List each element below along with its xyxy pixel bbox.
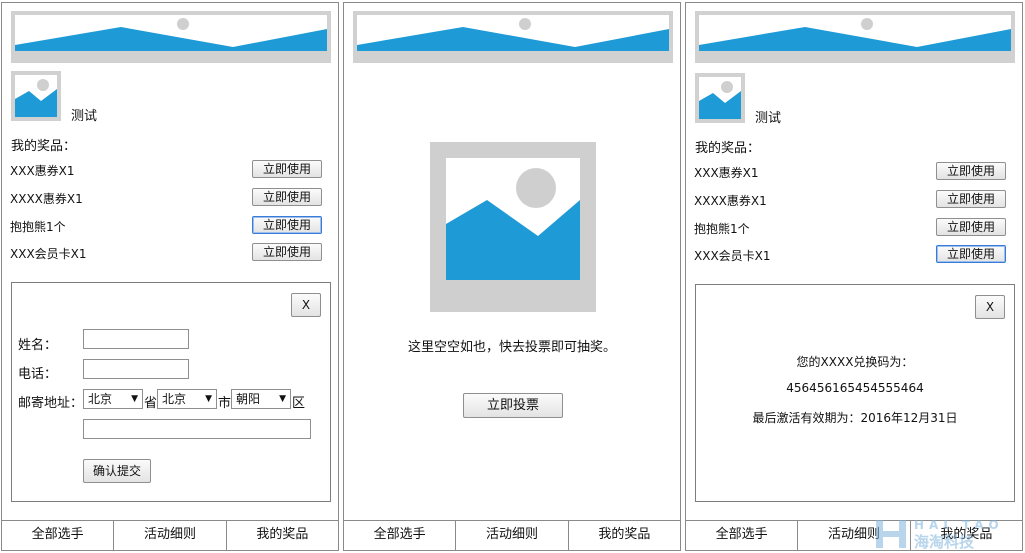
my-prizes-title: 我的奖品：: [11, 139, 77, 154]
empty-placeholder-image: [430, 142, 596, 312]
prize-row: 抱抱熊1个 立即使用: [10, 216, 322, 236]
vote-now-button[interactable]: 立即投票: [463, 393, 563, 418]
district-suffix: 区: [292, 396, 306, 411]
city-suffix: 市: [218, 396, 232, 411]
use-now-button[interactable]: 立即使用: [936, 218, 1006, 236]
prize-name: XXXX惠券X1: [10, 192, 83, 206]
bottom-tab-bar: 全部选手 活动细则 我的奖品: [344, 520, 680, 550]
name-label: 姓名：: [18, 338, 58, 353]
prize-name: 抱抱熊1个: [694, 222, 750, 236]
dropdown-arrow-icon: ▼: [131, 394, 138, 404]
redeem-code-title: 您的XXXX兑换码为：: [796, 355, 914, 369]
use-now-button[interactable]: 立即使用: [936, 190, 1006, 208]
tab-activity-rules[interactable]: 活动细则: [114, 521, 227, 550]
prize-name: 抱抱熊1个: [10, 220, 66, 234]
use-now-button[interactable]: 立即使用: [252, 243, 322, 261]
address-detail-input[interactable]: [83, 419, 311, 439]
phone-screen-prizes-form: 测试 我的奖品： XXX惠券X1 立即使用 XXXX惠券X1 立即使用 抱抱熊1…: [1, 2, 339, 551]
use-now-button[interactable]: 立即使用: [252, 188, 322, 206]
watermark-logo-icon: [876, 520, 906, 548]
dropdown-arrow-icon: ▼: [205, 394, 212, 404]
prize-row: XXX会员卡X1 立即使用: [694, 245, 1006, 265]
province-value: 北京: [88, 392, 113, 406]
prize-row: 抱抱熊1个 立即使用: [694, 218, 1006, 238]
redeem-code-value: 456456165454555464: [786, 381, 924, 395]
use-now-button[interactable]: 立即使用: [252, 160, 322, 178]
prize-name: XXXX惠券X1: [694, 194, 767, 208]
shipping-address-dialog: X 姓名： 电话： 邮寄地址： 北京 ▼ 省 北京 ▼ 市 朝阳 ▼ 区 确认提…: [11, 282, 331, 502]
phone-screen-redeem-code: 测试 我的奖品： XXX惠券X1 立即使用 XXXX惠券X1 立即使用 抱抱熊1…: [685, 2, 1023, 551]
prize-name: XXX惠券X1: [10, 164, 75, 178]
redeem-code-dialog: X 您的XXXX兑换码为： 456456165454555464 最后激活有效期…: [695, 284, 1015, 502]
banner-image: [695, 11, 1015, 63]
avatar: [695, 73, 745, 123]
username: 测试: [71, 109, 98, 124]
tab-my-prizes[interactable]: 我的奖品: [227, 521, 338, 550]
name-input[interactable]: [83, 329, 189, 349]
bottom-tab-bar: 全部选手 活动细则 我的奖品: [2, 520, 338, 550]
tab-activity-rules[interactable]: 活动细则: [456, 521, 569, 550]
prize-row: XXX会员卡X1 立即使用: [10, 243, 322, 263]
district-value: 朝阳: [236, 392, 261, 406]
username: 测试: [755, 111, 782, 126]
banner-image: [353, 11, 673, 63]
city-select[interactable]: 北京 ▼: [157, 389, 217, 409]
my-prizes-title: 我的奖品：: [695, 141, 761, 156]
phone-input[interactable]: [83, 359, 189, 379]
avatar: [11, 71, 61, 121]
watermark-top-text: HAI TAO: [914, 518, 1004, 532]
tab-my-prizes[interactable]: 我的奖品: [569, 521, 680, 550]
close-dialog-button[interactable]: X: [291, 293, 321, 317]
prize-name: XXX会员卡X1: [694, 249, 771, 263]
district-select[interactable]: 朝阳 ▼: [231, 389, 291, 409]
prize-row: XXXX惠券X1 立即使用: [10, 188, 322, 208]
prize-row: XXX惠券X1 立即使用: [10, 160, 322, 180]
empty-message: 这里空空如也，快去投票即可抽奖。: [407, 340, 616, 355]
tab-all-players[interactable]: 全部选手: [344, 521, 457, 550]
prize-row: XXXX惠券X1 立即使用: [694, 190, 1006, 210]
province-suffix: 省: [144, 396, 158, 411]
tab-all-players[interactable]: 全部选手: [2, 521, 115, 550]
prize-name: XXX惠券X1: [694, 166, 759, 180]
watermark-bottom-text: 海淘科技: [914, 533, 975, 551]
phone-label: 电话：: [18, 367, 58, 382]
city-value: 北京: [162, 392, 187, 406]
confirm-submit-button[interactable]: 确认提交: [83, 459, 151, 483]
prize-row: XXX惠券X1 立即使用: [694, 162, 1006, 182]
banner-image: [11, 11, 331, 63]
province-select[interactable]: 北京 ▼: [83, 389, 143, 409]
tab-all-players[interactable]: 全部选手: [686, 521, 799, 550]
expiry-text: 最后激活有效期为：2016年12月31日: [752, 411, 958, 425]
use-now-button[interactable]: 立即使用: [936, 162, 1006, 180]
phone-screen-empty-prizes: 这里空空如也，快去投票即可抽奖。 立即投票 全部选手 活动细则 我的奖品: [343, 2, 681, 551]
dropdown-arrow-icon: ▼: [279, 394, 286, 404]
address-label: 邮寄地址：: [18, 396, 84, 411]
close-dialog-button[interactable]: X: [975, 295, 1005, 319]
prize-name: XXX会员卡X1: [10, 247, 87, 261]
use-now-button[interactable]: 立即使用: [252, 216, 322, 234]
use-now-button[interactable]: 立即使用: [936, 245, 1006, 263]
watermark: HAI TAO 海淘科技: [854, 518, 1014, 551]
